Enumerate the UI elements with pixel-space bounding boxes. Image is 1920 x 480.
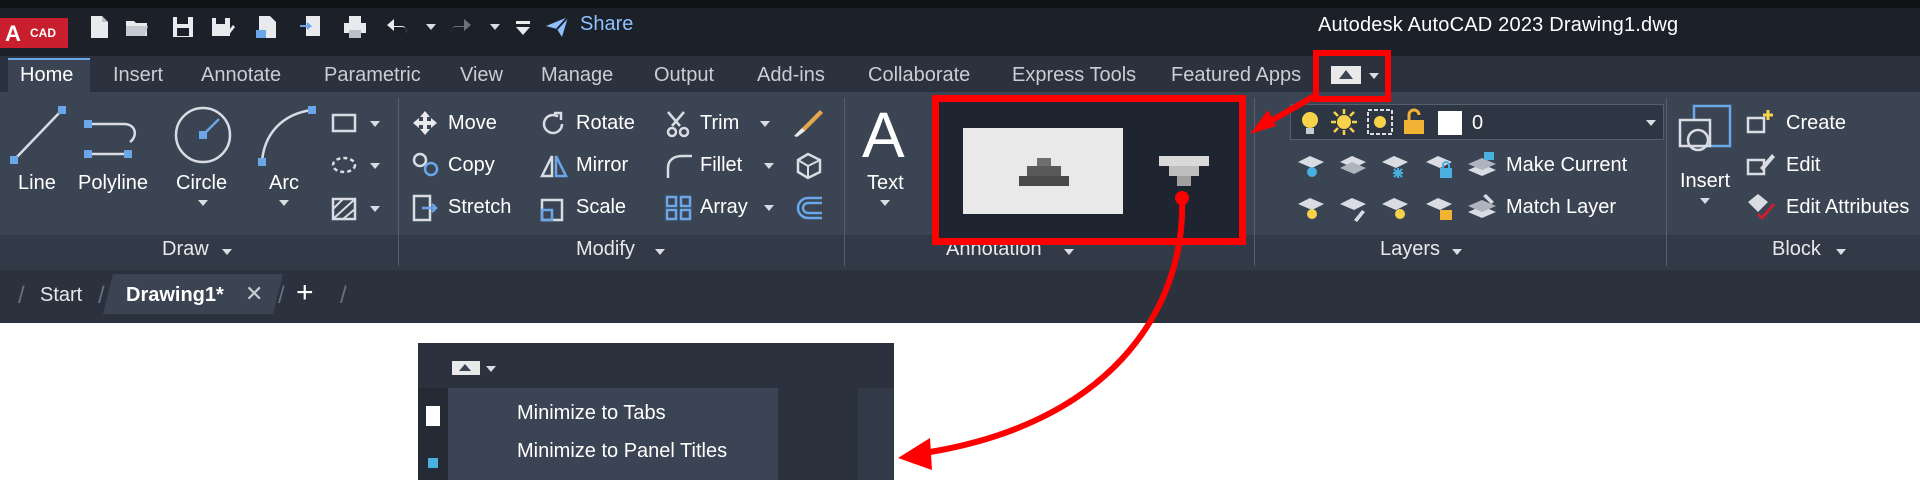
callout-curve [929, 197, 1186, 455]
callout-arrows [898, 91, 1320, 470]
callout-arrowhead [1250, 110, 1276, 134]
callout-arrowhead [898, 438, 932, 470]
